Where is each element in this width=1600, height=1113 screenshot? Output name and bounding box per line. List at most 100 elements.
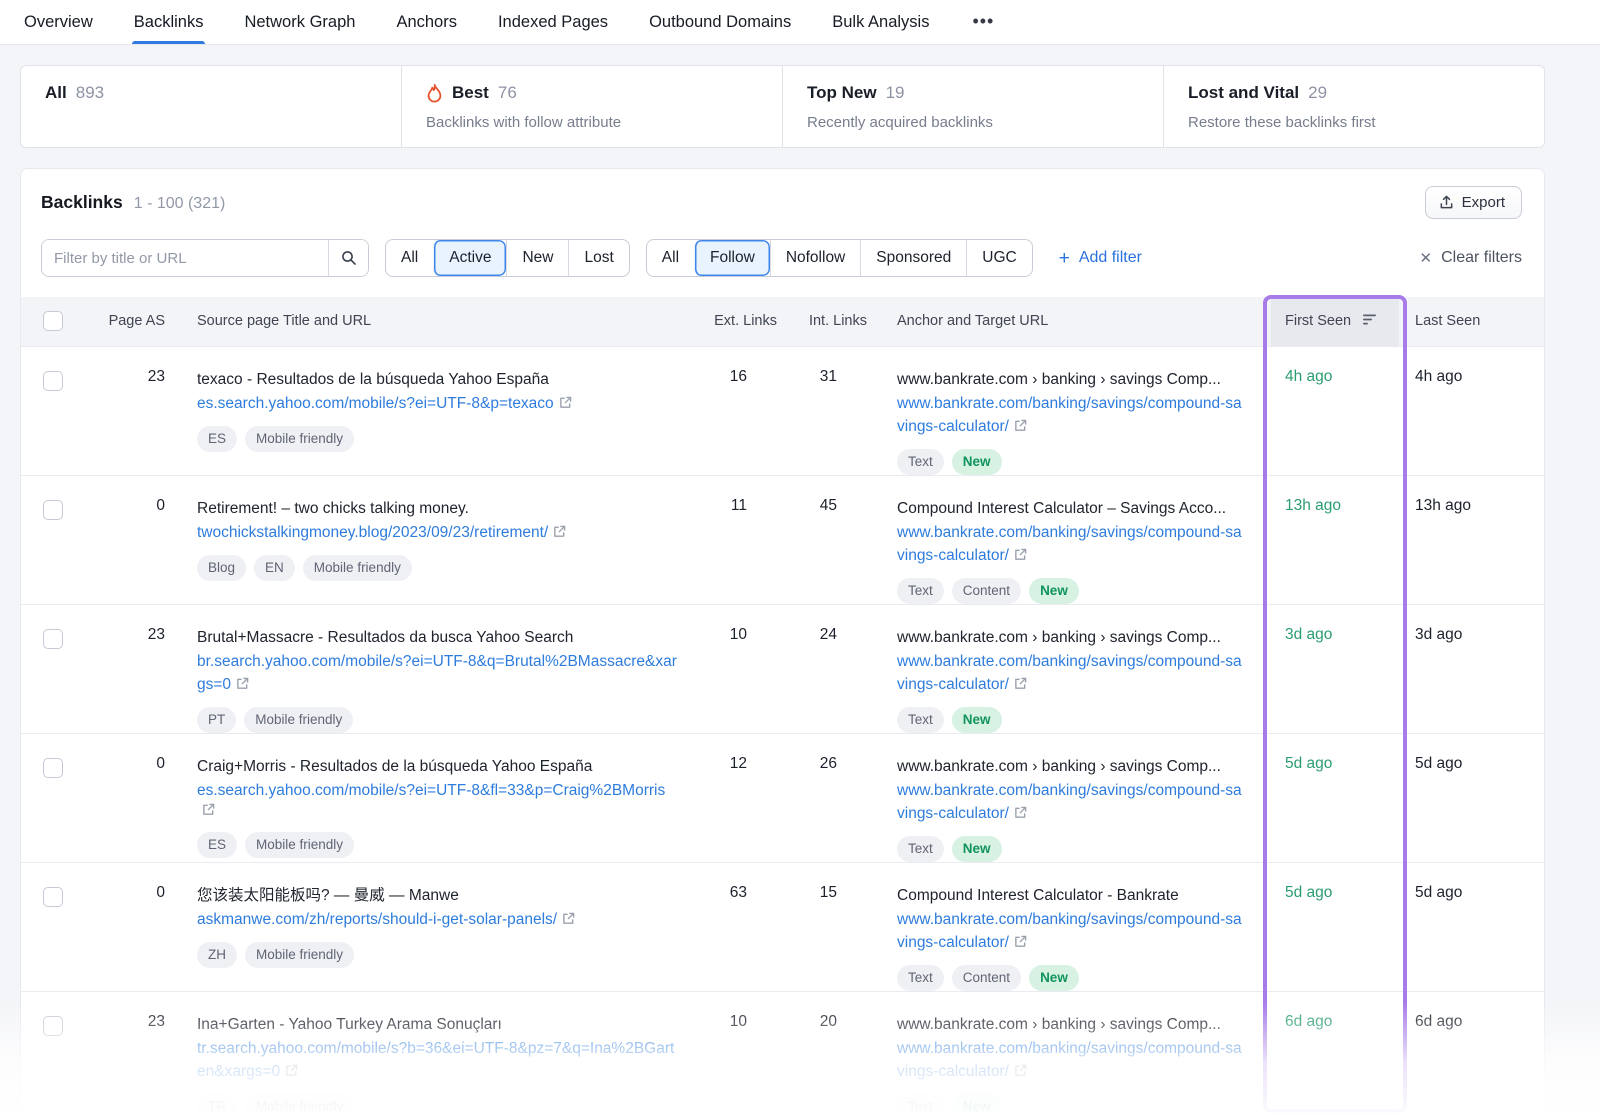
row-checkbox[interactable]	[43, 887, 63, 907]
source-url-line: tr.search.yahoo.com/mobile/s?b=36&ei=UTF…	[197, 1037, 681, 1083]
page-as-value: 23	[77, 604, 181, 733]
ext-links-value: 10	[701, 604, 791, 733]
header-anchor[interactable]: Anchor and Target URL	[881, 297, 1271, 346]
external-link-icon[interactable]	[553, 525, 566, 543]
external-link-icon[interactable]	[1014, 419, 1027, 437]
anchor-cell: www.bankrate.com › banking › savings Com…	[881, 604, 1271, 733]
table-header-row: Page AS Source page Title and URL Ext. L…	[21, 297, 1544, 346]
anchor-badge: Text	[897, 965, 944, 991]
tab-anchors[interactable]: Anchors	[394, 3, 459, 44]
source-url-link[interactable]: twochickstalkingmoney.blog/2023/09/23/re…	[197, 524, 548, 541]
tab-overview[interactable]: Overview	[22, 3, 95, 44]
external-link-icon[interactable]	[1014, 1064, 1027, 1082]
status-filter-all[interactable]: All	[386, 240, 433, 276]
follow-filter-ugc[interactable]: UGC	[966, 240, 1031, 276]
anchor-text: www.bankrate.com › banking › savings Com…	[897, 626, 1247, 649]
tab-indexed-pages[interactable]: Indexed Pages	[496, 3, 610, 44]
card-top-new[interactable]: Top New 19 Recently acquired backlinks	[782, 65, 1164, 148]
external-link-icon[interactable]	[1014, 806, 1027, 824]
anchor-cell: www.bankrate.com › banking › savings Com…	[881, 991, 1271, 1113]
more-tabs-icon[interactable]: •••	[968, 3, 998, 44]
row-checkbox[interactable]	[43, 371, 63, 391]
tab-network-graph[interactable]: Network Graph	[242, 3, 357, 44]
target-url-link[interactable]: www.bankrate.com/banking/savings/compoun…	[897, 911, 1242, 951]
target-url-link[interactable]: www.bankrate.com/banking/savings/compoun…	[897, 782, 1242, 822]
header-last-seen[interactable]: Last Seen	[1399, 297, 1544, 346]
follow-filter-all[interactable]: All	[647, 240, 694, 276]
status-filter-new[interactable]: New	[506, 240, 568, 276]
target-url-link[interactable]: www.bankrate.com/banking/savings/compoun…	[897, 395, 1242, 435]
page-as-value: 0	[77, 862, 181, 991]
header-ext-links[interactable]: Ext. Links	[701, 297, 791, 346]
external-link-icon[interactable]	[1014, 935, 1027, 953]
source-title: Retirement! – two chicks talking money.	[197, 497, 681, 520]
follow-filter-follow[interactable]: Follow	[694, 240, 770, 276]
header-int-links[interactable]: Int. Links	[791, 297, 881, 346]
target-url-link[interactable]: www.bankrate.com/banking/savings/compoun…	[897, 1040, 1242, 1080]
row-checkbox[interactable]	[43, 500, 63, 520]
last-seen-value: 4h ago	[1399, 346, 1544, 475]
table-row: 23Ina+Garten - Yahoo Turkey Arama Sonuçl…	[21, 991, 1544, 1113]
target-url-line: www.bankrate.com/banking/savings/compoun…	[897, 908, 1247, 954]
tab-outbound-domains[interactable]: Outbound Domains	[647, 3, 793, 44]
source-badges: PTMobile friendly	[197, 707, 681, 733]
external-link-icon[interactable]	[562, 912, 575, 930]
source-url-link[interactable]: es.search.yahoo.com/mobile/s?ei=UTF-8&fl…	[197, 782, 665, 799]
status-filter-active[interactable]: Active	[433, 240, 506, 276]
panel-toolbar: Backlinks 1 - 100 (321) Export	[21, 169, 1544, 233]
table-row: 0您该装太阳能板吗? — 曼威 — Manweaskmanwe.com/zh/r…	[21, 862, 1544, 991]
status-filter-lost[interactable]: Lost	[568, 240, 628, 276]
source-url-link[interactable]: tr.search.yahoo.com/mobile/s?b=36&ei=UTF…	[197, 1040, 674, 1080]
source-badges: ESMobile friendly	[197, 426, 681, 452]
search-input[interactable]	[42, 240, 328, 276]
source-badge: Mobile friendly	[303, 555, 412, 581]
follow-filter-nofollow[interactable]: Nofollow	[770, 240, 860, 276]
source-badge: Mobile friendly	[245, 942, 354, 968]
row-checkbox[interactable]	[43, 758, 63, 778]
int-links-value: 20	[791, 991, 881, 1113]
source-badges: BlogENMobile friendly	[197, 555, 681, 581]
source-cell: Brutal+Massacre - Resultados da busca Ya…	[181, 604, 701, 733]
header-first-seen[interactable]: First Seen	[1271, 297, 1399, 346]
target-url-link[interactable]: www.bankrate.com/banking/savings/compoun…	[897, 653, 1242, 693]
source-url-link[interactable]: es.search.yahoo.com/mobile/s?ei=UTF-8&p=…	[197, 395, 554, 412]
external-link-icon[interactable]	[1014, 677, 1027, 695]
card-best[interactable]: Best 76 Backlinks with follow attribute	[401, 65, 783, 148]
target-url-link[interactable]: www.bankrate.com/banking/savings/compoun…	[897, 524, 1242, 564]
add-filter-button[interactable]: + Add filter	[1059, 249, 1142, 268]
external-link-icon[interactable]	[1014, 548, 1027, 566]
tab-bulk-analysis[interactable]: Bulk Analysis	[830, 3, 931, 44]
int-links-value: 15	[791, 862, 881, 991]
card-lost-and-vital[interactable]: Lost and Vital 29 Restore these backlink…	[1163, 65, 1545, 148]
page-as-value: 0	[77, 733, 181, 862]
external-link-icon[interactable]	[559, 396, 572, 414]
last-seen-value: 13h ago	[1399, 475, 1544, 604]
tab-backlinks[interactable]: Backlinks	[132, 3, 206, 44]
external-link-icon[interactable]	[202, 803, 215, 821]
follow-filter-sponsored[interactable]: Sponsored	[860, 240, 966, 276]
header-page-as[interactable]: Page AS	[77, 297, 181, 346]
first-seen-value: 5d ago	[1271, 862, 1399, 991]
card-all[interactable]: All 893	[20, 65, 402, 148]
row-checkbox[interactable]	[43, 629, 63, 649]
export-button[interactable]: Export	[1425, 186, 1522, 219]
int-links-value: 45	[791, 475, 881, 604]
clear-filters-button[interactable]: ✕ Clear filters	[1420, 249, 1522, 267]
source-url-link[interactable]: br.search.yahoo.com/mobile/s?ei=UTF-8&q=…	[197, 653, 677, 693]
last-seen-value: 5d ago	[1399, 862, 1544, 991]
select-all-checkbox[interactable]	[43, 311, 63, 331]
source-url-link[interactable]: askmanwe.com/zh/reports/should-i-get-sol…	[197, 911, 557, 928]
row-checkbox[interactable]	[43, 1016, 63, 1036]
source-cell: Craig+Morris - Resultados de la búsqueda…	[181, 733, 701, 862]
page-as-value: 23	[77, 346, 181, 475]
anchor-text: www.bankrate.com › banking › savings Com…	[897, 755, 1247, 778]
source-cell: texaco - Resultados de la búsqueda Yahoo…	[181, 346, 701, 475]
external-link-icon[interactable]	[285, 1064, 298, 1082]
target-url-line: www.bankrate.com/banking/savings/compoun…	[897, 392, 1247, 438]
backlinks-panel: Backlinks 1 - 100 (321) Export All Activ…	[20, 168, 1545, 1113]
search-button[interactable]	[328, 240, 368, 276]
external-link-icon[interactable]	[236, 677, 249, 695]
anchor-cell: Compound Interest Calculator – Savings A…	[881, 475, 1271, 604]
ext-links-value: 16	[701, 346, 791, 475]
header-source[interactable]: Source page Title and URL	[181, 297, 701, 346]
